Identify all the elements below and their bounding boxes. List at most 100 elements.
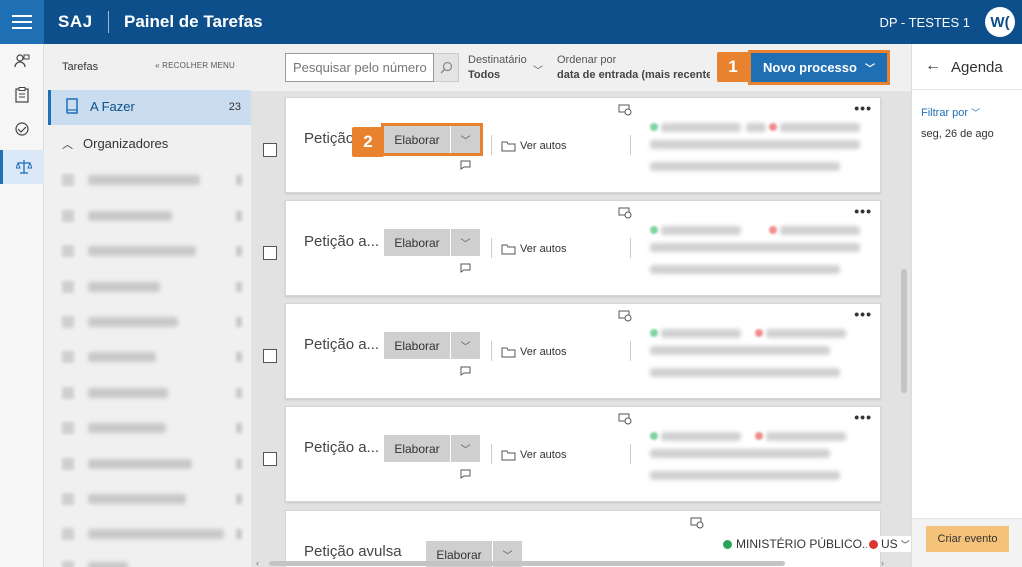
user-name[interactable]: DP - TESTES 1	[879, 15, 970, 30]
divider	[630, 135, 631, 155]
book-icon	[65, 98, 79, 117]
organizer-item[interactable]	[62, 314, 242, 328]
task-title: Petição a...	[304, 233, 380, 250]
elaborate-label: Elaborar	[384, 126, 451, 153]
divider	[491, 341, 492, 361]
rail-handshake-icon[interactable]	[0, 112, 44, 146]
rail-users-icon[interactable]	[0, 44, 44, 78]
create-event-button[interactable]: Criar evento	[926, 526, 1009, 552]
comment-icon[interactable]	[460, 262, 471, 273]
organizer-item[interactable]	[62, 208, 242, 222]
collapse-menu-link[interactable]: « RECOLHER MENU	[155, 61, 235, 70]
rail-clipboard-icon[interactable]	[0, 78, 44, 112]
filter-label: Filtrar por	[921, 107, 969, 119]
comment-icon[interactable]	[460, 159, 471, 170]
organizer-item[interactable]	[62, 456, 242, 470]
party-badge-label: US	[881, 537, 898, 551]
row-checkbox[interactable]	[263, 246, 277, 260]
row-checkbox[interactable]	[263, 349, 277, 363]
divider	[491, 135, 492, 155]
task-card[interactable]: ••• Petição a... Elaborar ﹀ Ver autos	[285, 406, 881, 502]
organizer-item[interactable]	[62, 279, 242, 293]
view-records-link[interactable]: Ver autos	[501, 243, 566, 255]
organizer-item[interactable]	[62, 243, 242, 257]
callout-badge-1: 1	[717, 52, 749, 82]
status-dot	[723, 539, 732, 549]
agenda-header: ← Agenda	[912, 44, 1022, 90]
organizer-item[interactable]	[62, 172, 242, 186]
party-badge-label: MINISTÉRIO PÚBLICO...	[736, 537, 873, 551]
elaborate-button[interactable]: Elaborar ﹀	[384, 435, 480, 462]
recipient-select[interactable]: Todos	[468, 69, 500, 81]
agenda-footer: Criar evento	[912, 518, 1022, 567]
chevron-down-icon[interactable]: ﹀	[901, 538, 910, 551]
task-card[interactable]: ••• Petição a... Elaborar ﹀ Ver autos	[285, 200, 881, 296]
new-process-button[interactable]: Novo processo ﹀	[748, 50, 890, 85]
task-list: ••• Petição Elaborar ﹀ Ver autos 2 ••• P…	[251, 91, 911, 567]
search-icon[interactable]	[434, 53, 459, 82]
organizer-item[interactable]	[62, 385, 242, 399]
view-records-link[interactable]: Ver autos	[501, 346, 566, 358]
view-records-label: Ver autos	[520, 449, 567, 461]
vertical-scrollbar[interactable]	[901, 269, 907, 393]
hamburger-menu-icon[interactable]	[0, 0, 44, 44]
chevron-down-icon[interactable]: ﹀	[451, 332, 480, 359]
view-records-label: Ver autos	[520, 140, 567, 152]
chevron-down-icon[interactable]: ﹀	[451, 229, 480, 256]
search-input[interactable]: Pesquisar pelo número	[285, 53, 434, 82]
comment-add-icon[interactable]	[618, 413, 632, 428]
task-card[interactable]: ••• Petição a... Elaborar ﹀ Ver autos	[285, 303, 881, 399]
callout-badge-2: 2	[352, 127, 384, 157]
organizer-item[interactable]	[62, 559, 242, 567]
sidebar-item-a-fazer[interactable]: A Fazer 23	[48, 90, 251, 125]
more-options-icon[interactable]: •••	[854, 203, 872, 219]
order-label: Ordenar por	[557, 54, 617, 66]
top-bar: SAJ Painel de Tarefas DP - TESTES 1 W(	[0, 0, 1022, 44]
row-checkbox[interactable]	[263, 143, 277, 157]
order-select[interactable]: data de entrada (mais recente)	[557, 69, 710, 81]
title-divider	[108, 11, 109, 33]
scroll-left-icon[interactable]: ‹	[256, 558, 259, 567]
organizers-toggle[interactable]: ︿ Organizadores	[62, 136, 168, 152]
chevron-down-icon[interactable]: ﹀	[451, 126, 480, 153]
rail-scales-icon[interactable]	[0, 150, 44, 184]
view-records-link[interactable]: Ver autos	[501, 449, 566, 461]
scroll-right-icon[interactable]: ›	[881, 558, 884, 567]
divider	[630, 238, 631, 258]
organizer-item[interactable]	[62, 349, 242, 363]
sidebar: Tarefas « RECOLHER MENU A Fazer 23 ︿ Orga…	[48, 44, 251, 567]
elaborate-button[interactable]: Elaborar ﹀	[381, 123, 483, 156]
view-records-link[interactable]: Ver autos	[501, 140, 566, 152]
more-options-icon[interactable]: •••	[854, 100, 872, 116]
organizer-item[interactable]	[62, 491, 242, 505]
comment-icon[interactable]	[460, 468, 471, 479]
row-checkbox[interactable]	[263, 452, 277, 466]
elaborate-button[interactable]: Elaborar ﹀	[384, 229, 480, 256]
comment-icon[interactable]	[460, 365, 471, 376]
arrow-left-icon[interactable]: ←	[925, 57, 941, 75]
more-options-icon[interactable]: •••	[854, 409, 872, 425]
comment-add-icon[interactable]	[618, 207, 632, 222]
avatar[interactable]: W(	[985, 7, 1015, 37]
chevron-down-icon[interactable]: ﹀	[451, 435, 480, 462]
divider	[491, 238, 492, 258]
organizer-item[interactable]	[62, 420, 242, 434]
horizontal-scrollbar[interactable]	[269, 561, 785, 566]
elaborate-button[interactable]: Elaborar ﹀	[384, 332, 480, 359]
chevron-down-icon: ﹀	[864, 64, 875, 75]
chevron-up-icon: ︿	[62, 139, 73, 151]
filter-dropdown[interactable]: Filtrar por ﹀	[921, 106, 980, 119]
view-records-label: Ver autos	[520, 346, 567, 358]
chevron-down-icon[interactable]: ﹀	[533, 62, 543, 77]
sidebar-item-label: A Fazer	[90, 99, 135, 114]
divider	[630, 341, 631, 361]
elaborate-label: Elaborar	[384, 229, 451, 256]
more-options-icon[interactable]: •••	[854, 306, 872, 322]
organizer-item[interactable]	[62, 526, 242, 540]
app-name: SAJ	[58, 12, 93, 31]
elaborate-label: Elaborar	[384, 332, 451, 359]
comment-add-icon[interactable]	[618, 310, 632, 325]
comment-add-icon[interactable]	[618, 104, 632, 119]
party-badge-mp: MINISTÉRIO PÚBLICO...	[721, 536, 875, 552]
comment-add-icon[interactable]	[690, 517, 704, 532]
